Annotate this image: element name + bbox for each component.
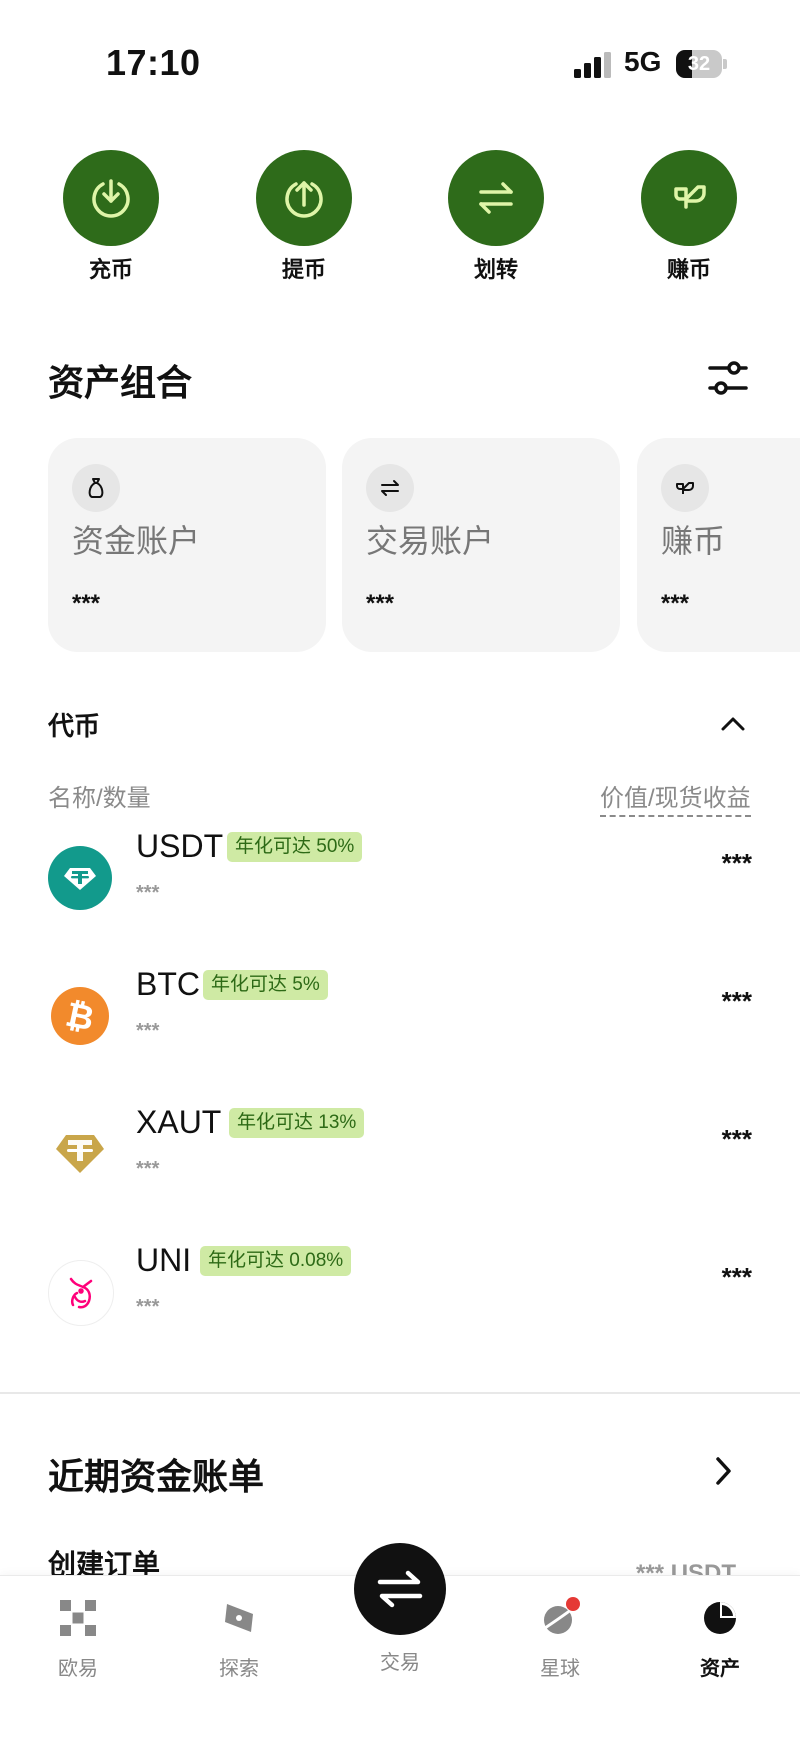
- apy-badge: 年化可达 50%: [227, 832, 363, 862]
- earn-account-card[interactable]: 赚币 ***: [637, 438, 800, 652]
- token-symbol: BTC: [136, 966, 200, 1002]
- compass-icon: [189, 1592, 289, 1644]
- earn-icon: [641, 150, 737, 246]
- token-quantity: ***: [136, 1158, 160, 1180]
- trading-account-card[interactable]: 交易账户 ***: [342, 438, 620, 652]
- nav-label: 探索: [219, 1658, 259, 1680]
- trade-button[interactable]: [354, 1543, 446, 1635]
- withdraw-button[interactable]: 提币: [256, 150, 352, 284]
- status-time: 17:10: [106, 42, 201, 83]
- nav-item-okx[interactable]: 欧易: [28, 1592, 128, 1681]
- trade-icon: [377, 1570, 423, 1608]
- token-value: ***: [721, 1124, 752, 1154]
- earn-button[interactable]: 赚币: [641, 150, 737, 284]
- apy-badge: 年化可达 0.08%: [200, 1246, 352, 1276]
- nav-item-assets[interactable]: 资产: [670, 1592, 770, 1681]
- nav-item-planet[interactable]: 星球: [510, 1592, 610, 1681]
- xaut-icon: [48, 1122, 112, 1186]
- token-symbol: UNI: [136, 1242, 192, 1278]
- uni-icon: [48, 1260, 114, 1326]
- token-quantity: ***: [136, 882, 160, 904]
- sprout-icon: [661, 464, 709, 512]
- token-symbol: XAUT: [136, 1104, 222, 1140]
- token-quantity: ***: [136, 1020, 160, 1042]
- battery-indicator: 32: [676, 50, 728, 78]
- column-header-value[interactable]: 价值/现货收益: [600, 778, 751, 817]
- apy-badge: 年化可达 5%: [203, 970, 328, 1000]
- planet-icon: [510, 1592, 610, 1644]
- chevron-right-icon[interactable]: [712, 1455, 734, 1487]
- token-value: ***: [721, 848, 752, 878]
- filter-settings-icon[interactable]: [706, 356, 750, 400]
- token-symbol: USDT: [136, 828, 224, 864]
- withdraw-icon: [256, 150, 352, 246]
- transfer-label: 划转: [473, 257, 518, 282]
- svg-text:₿: ₿: [63, 996, 97, 1036]
- tokens-title: 代币: [48, 711, 101, 741]
- withdraw-label: 提币: [281, 257, 326, 282]
- transfer-button[interactable]: 划转: [448, 150, 544, 284]
- apy-badge: 年化可达 13%: [229, 1108, 365, 1138]
- earn-label: 赚币: [666, 257, 711, 282]
- chevron-up-icon[interactable]: [720, 712, 746, 736]
- token-value: ***: [721, 986, 752, 1016]
- nav-label: 欧易: [58, 1658, 98, 1680]
- money-bag-icon: [72, 464, 120, 512]
- funding-account-card[interactable]: 资金账户 ***: [48, 438, 326, 652]
- section-divider: [0, 1392, 800, 1394]
- card-title: 赚币: [661, 523, 726, 559]
- okx-logo-icon: [28, 1592, 128, 1644]
- deposit-icon: [63, 150, 159, 246]
- column-header-name: 名称/数量: [48, 785, 151, 812]
- token-row-usdt[interactable]: USDT 年化可达 50% *** ***: [0, 818, 800, 956]
- exchange-icon: [366, 464, 414, 512]
- transfer-icon: [448, 150, 544, 246]
- token-row-uni[interactable]: UNI 年化可达 0.08% *** ***: [0, 1232, 800, 1370]
- recent-bills-title[interactable]: 近期资金账单: [48, 1448, 264, 1500]
- token-row-xaut[interactable]: XAUT 年化可达 13% *** ***: [0, 1094, 800, 1232]
- card-value: ***: [661, 590, 690, 617]
- card-title: 交易账户: [366, 523, 495, 559]
- network-type: 5G: [624, 46, 662, 77]
- token-quantity: ***: [136, 1296, 160, 1318]
- usdt-icon: [48, 846, 112, 910]
- deposit-button[interactable]: 充币: [63, 150, 159, 284]
- portfolio-title: 资产组合: [48, 362, 193, 403]
- deposit-label: 充币: [88, 257, 133, 282]
- nav-item-explore[interactable]: 探索: [189, 1592, 289, 1681]
- btc-icon: ₿: [51, 987, 109, 1045]
- card-title: 资金账户: [72, 523, 201, 559]
- nav-label: 星球: [540, 1658, 580, 1680]
- nav-label: 资产: [700, 1658, 740, 1680]
- card-value: ***: [366, 590, 395, 617]
- token-value: ***: [721, 1262, 752, 1292]
- token-row-btc[interactable]: ₿ BTC 年化可达 5% *** ***: [0, 956, 800, 1094]
- pie-chart-icon: [670, 1592, 770, 1644]
- battery-level: 32: [687, 53, 711, 75]
- card-value: ***: [72, 590, 101, 617]
- nav-label-trade: 交易: [380, 1652, 420, 1674]
- signal-icon: [574, 52, 611, 78]
